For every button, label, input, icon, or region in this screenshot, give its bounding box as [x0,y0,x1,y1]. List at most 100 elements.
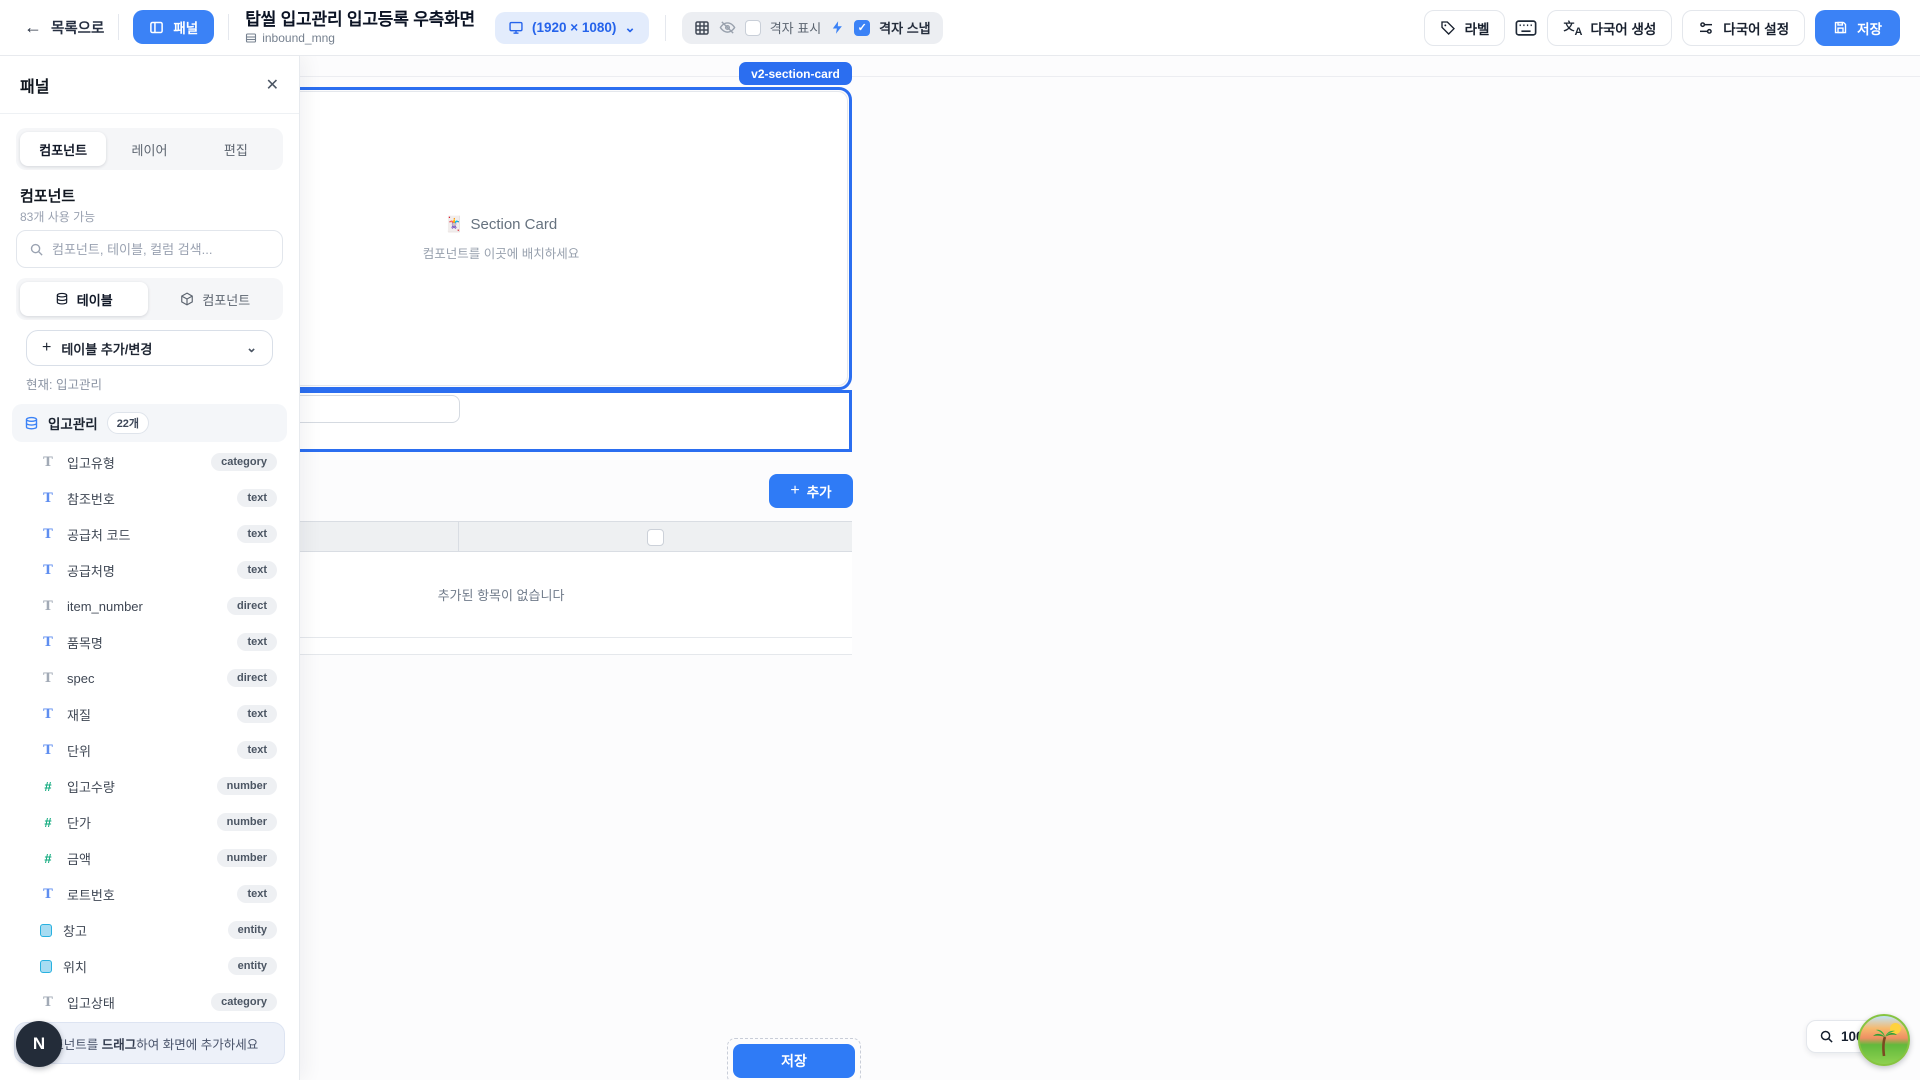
select-all-checkbox[interactable] [647,529,664,546]
column-list-item[interactable]: T item_number direct [0,588,299,624]
column-list: T 입고유형 category T 참조번호 text T 공급처 코드 tex… [0,444,299,1020]
grid-icon[interactable] [694,20,710,36]
divider [665,15,666,41]
keyboard-shortcuts-button[interactable] [1515,19,1537,37]
i18n-settings-label: 다국어 설정 [1723,18,1789,38]
database-icon [24,416,39,431]
column-list-item[interactable]: T 입고유형 category [0,444,299,480]
column-type-badge: text [237,705,277,723]
add-row-label: 추가 [807,481,832,501]
column-list-item[interactable]: # 입고수량 number [0,768,299,804]
column-label: item_number [67,599,143,614]
tab-layers[interactable]: 레이어 [106,132,192,166]
save-button[interactable]: 저장 [1815,10,1900,46]
grid-snap-checkbox[interactable]: ✓ [854,20,870,36]
column-list-item[interactable]: 위치 entity [0,948,299,984]
mode-table-button[interactable]: 테이블 [20,282,148,316]
column-label: 품목명 [67,633,103,652]
back-to-list-button[interactable]: ← 목록으로 [24,17,104,38]
grid-show-checkbox[interactable] [745,20,761,36]
column-type-badge: number [217,849,277,867]
label-button-text: 라벨 [1465,18,1490,38]
tab-edit[interactable]: 편집 [193,132,279,166]
column-type-badge: text [237,741,277,759]
translate-icon: 文A [1563,20,1581,36]
save-button-selection-outline: 저장 [727,1038,861,1080]
i18n-settings-button[interactable]: 다국어 설정 [1682,10,1805,46]
column-list-item[interactable]: T 재질 text [0,696,299,732]
column-type-icon: T [40,743,56,758]
top-toolbar: ← 목록으로 패널 탑씰 입고관리 입고등록 우측화면 inbound_mng [0,0,1920,56]
i18n-generate-label: 다국어 생성 [1590,18,1656,38]
column-list-item[interactable]: # 단가 number [0,804,299,840]
column-list-item[interactable]: 창고 entity [0,912,299,948]
column-type-icon: # [40,815,56,830]
lightning-icon [830,20,845,35]
mode-component-button[interactable]: 컴포넌트 [152,282,280,316]
section-card-hint: 컴포넌트를 이곳에 배치하세요 [423,243,579,262]
column-type-badge: entity [228,921,277,939]
package-icon [180,292,194,306]
column-label: 로트번호 [67,885,115,904]
grid-show-label: 격자 표시 [770,18,821,37]
table-group-header[interactable]: 입고관리 22개 [12,404,287,442]
column-type-icon [40,924,52,937]
column-list-item[interactable]: T spec direct [0,660,299,696]
column-type-icon: # [40,851,56,866]
toolbar-middle: (1920 × 1080) ⌄ 격자 표시 ✓ 격자 스냅 [495,12,943,44]
i18n-generate-button[interactable]: 文A 다국어 생성 [1547,10,1672,46]
palm-tree-icon [1868,1026,1902,1060]
column-list-item[interactable]: T 공급처명 text [0,552,299,588]
selection-tag: v2-section-card [739,62,852,85]
column-list-item[interactable]: T 공급처 코드 text [0,516,299,552]
eye-off-icon[interactable] [719,19,736,36]
toolbar-right: 라벨 文A 다국어 생성 다국어 설정 저장 [1424,10,1920,46]
mode-component-label: 컴포넌트 [202,290,250,309]
tag-icon [1440,20,1456,36]
column-list-item[interactable]: T 품목명 text [0,624,299,660]
panel-header: 패널 ✕ [0,56,299,114]
column-list-item[interactable]: T 로트번호 text [0,876,299,912]
column-type-badge: text [237,633,277,651]
side-panel: 패널 ✕ 컴포넌트 레이어 편집 컴포넌트 83개 사용 가능 테이블 [0,56,300,1080]
column-list-item[interactable]: T 단위 text [0,732,299,768]
add-table-dropdown[interactable]: + 테이블 추가/변경 ⌄ [26,330,273,366]
column-list-item[interactable]: T 참조번호 text [0,480,299,516]
column-type-icon: T [40,887,56,902]
panel-title: 패널 [20,73,49,97]
column-label: 참조번호 [67,489,115,508]
panel-toggle-button[interactable]: 패널 [133,10,214,44]
tab-components[interactable]: 컴포넌트 [20,132,106,166]
drag-hint-text: 컴포넌트를 드래그하여 화면에 추가하세요 [41,1034,258,1053]
column-type-icon: T [40,563,56,578]
column-label: 단위 [67,741,91,760]
column-list-item[interactable]: T 입고상태 category [0,984,299,1020]
label-button[interactable]: 라벨 [1424,10,1506,46]
column-type-badge: text [237,561,277,579]
close-icon[interactable]: ✕ [266,75,279,95]
column-type-badge: category [211,453,277,471]
column-list-item[interactable]: # 금액 number [0,840,299,876]
section-card-title-text: Section Card [470,216,557,233]
column-type-badge: direct [227,669,277,687]
search-input[interactable] [52,242,270,257]
screen-size-selector[interactable]: (1920 × 1080) ⌄ [495,12,649,44]
column-type-icon: T [40,527,56,542]
panel-toggle-label: 패널 [173,17,198,37]
column-type-badge: number [217,813,277,831]
notification-avatar[interactable]: N [16,1021,62,1067]
canvas-save-button[interactable]: 저장 [733,1044,855,1078]
browser-extension-island-icon[interactable] [1858,1014,1910,1066]
panel-left-icon [149,20,164,35]
add-row-button[interactable]: + 추가 [769,474,853,508]
table-icon [245,32,257,44]
column-label: 공급처 코드 [67,525,130,544]
column-type-badge: category [211,993,277,1011]
divider [118,14,119,40]
column-type-badge: entity [228,957,277,975]
title-block: 탑씰 입고관리 입고등록 우측화면 inbound_mng [245,10,475,46]
column-label: 금액 [67,849,91,868]
table-empty-text: 추가된 항목이 없습니다 [438,585,565,604]
grid-options-group: 격자 표시 ✓ 격자 스냅 [682,12,943,44]
column-label: 입고수량 [67,777,115,796]
